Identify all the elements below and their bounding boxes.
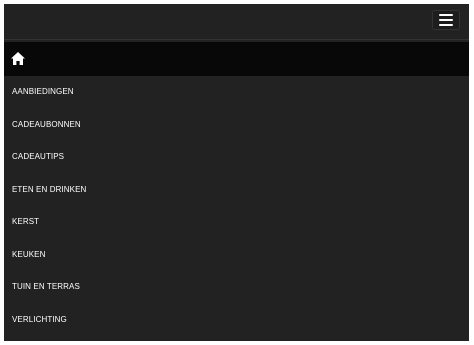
menu-item-aanbiedingen[interactable]: AANBIEDINGEN — [4, 76, 469, 109]
menu-item-cadeaubonnen[interactable]: CADEAUBONNEN — [4, 109, 469, 142]
top-navbar — [4, 4, 469, 40]
menu-item-verlichting[interactable]: VERLICHTING — [4, 304, 469, 337]
home-bar — [4, 42, 469, 76]
category-menu: AANBIEDINGEN CADEAUBONNEN CADEAUTIPS ETE… — [4, 76, 469, 336]
hamburger-menu-icon — [439, 24, 453, 26]
hamburger-menu-icon — [439, 14, 453, 16]
menu-item-cadeautips[interactable]: CADEAUTIPS — [4, 141, 469, 174]
menu-item-tuin-en-terras[interactable]: TUIN EN TERRAS — [4, 271, 469, 304]
menu-item-keuken[interactable]: KEUKEN — [4, 239, 469, 272]
hamburger-menu-button[interactable] — [432, 10, 460, 30]
mobile-nav-frame: AANBIEDINGEN CADEAUBONNEN CADEAUTIPS ETE… — [4, 4, 469, 341]
menu-item-kerst[interactable]: KERST — [4, 206, 469, 239]
home-icon[interactable] — [11, 52, 25, 65]
hamburger-menu-icon — [439, 19, 453, 21]
menu-item-eten-en-drinken[interactable]: ETEN EN DRINKEN — [4, 174, 469, 207]
